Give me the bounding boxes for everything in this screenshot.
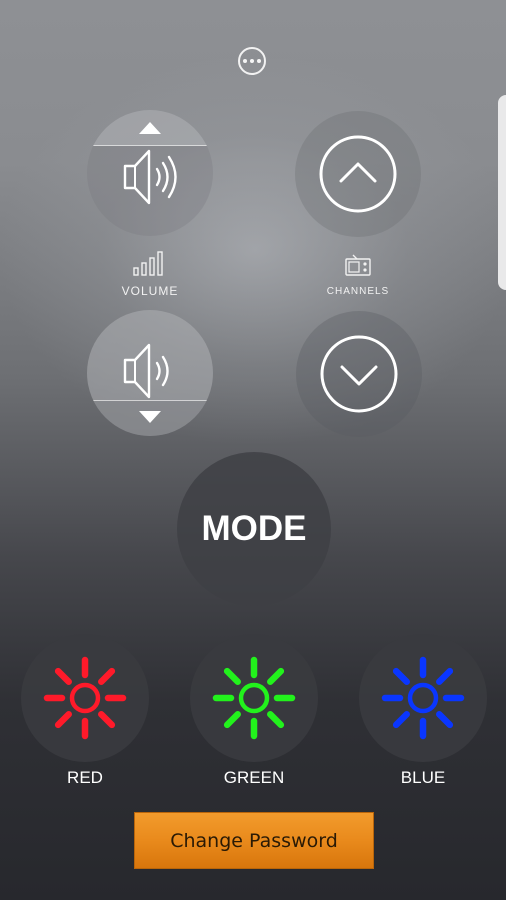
sun-ray <box>436 711 454 729</box>
change-password-button[interactable]: Change Password <box>134 812 374 869</box>
sun-ray <box>267 711 285 729</box>
sun-ray <box>54 711 72 729</box>
volume-up-button[interactable] <box>87 110 213 236</box>
sun-icon <box>212 656 296 740</box>
sun-core <box>238 682 270 714</box>
volume-label-group: VOLUME <box>100 250 200 298</box>
mode-button[interactable]: MODE <box>177 452 331 606</box>
sun-ray <box>223 667 241 685</box>
sun-icon <box>43 656 127 740</box>
more-dots-icon <box>250 59 254 63</box>
sun-ray <box>98 667 116 685</box>
sun-ray <box>223 711 241 729</box>
sun-core <box>69 682 101 714</box>
channels-label: CHANNELS <box>326 286 390 297</box>
green-label: GREEN <box>223 768 285 787</box>
sun-core <box>407 682 439 714</box>
edge-panel-handle[interactable] <box>498 95 506 290</box>
more-options-button[interactable] <box>238 47 266 75</box>
arrow-down-icon <box>139 411 161 423</box>
channels-label-group: CHANNELS <box>308 254 408 297</box>
blue-light-button[interactable] <box>359 634 487 762</box>
speaker-icon <box>123 149 177 205</box>
green-light-button[interactable] <box>190 634 318 762</box>
volume-down-cap <box>87 400 213 436</box>
red-light-button[interactable] <box>21 634 149 762</box>
sun-ray <box>392 667 410 685</box>
arrow-up-icon <box>139 122 161 134</box>
blue-label: BLUE <box>400 768 446 787</box>
red-label: RED <box>67 768 103 787</box>
chevron-up-icon <box>319 135 397 213</box>
radio-icon <box>345 254 371 276</box>
volume-label: VOLUME <box>121 284 179 298</box>
sun-ray <box>436 667 454 685</box>
volume-down-button[interactable] <box>87 310 213 436</box>
channel-up-button[interactable] <box>295 111 421 237</box>
sun-ray <box>54 667 72 685</box>
more-dots-icon <box>243 59 247 63</box>
sun-ray <box>392 711 410 729</box>
channel-down-button[interactable] <box>296 311 422 437</box>
more-dots-icon <box>257 59 261 63</box>
volume-up-cap <box>87 110 213 146</box>
speaker-icon <box>123 343 169 399</box>
sun-ray <box>267 667 285 685</box>
sun-ray <box>98 711 116 729</box>
sun-icon <box>381 656 465 740</box>
mode-label: MODE <box>201 509 307 548</box>
chevron-down-icon <box>320 335 398 413</box>
bar-chart-icon <box>133 251 163 276</box>
